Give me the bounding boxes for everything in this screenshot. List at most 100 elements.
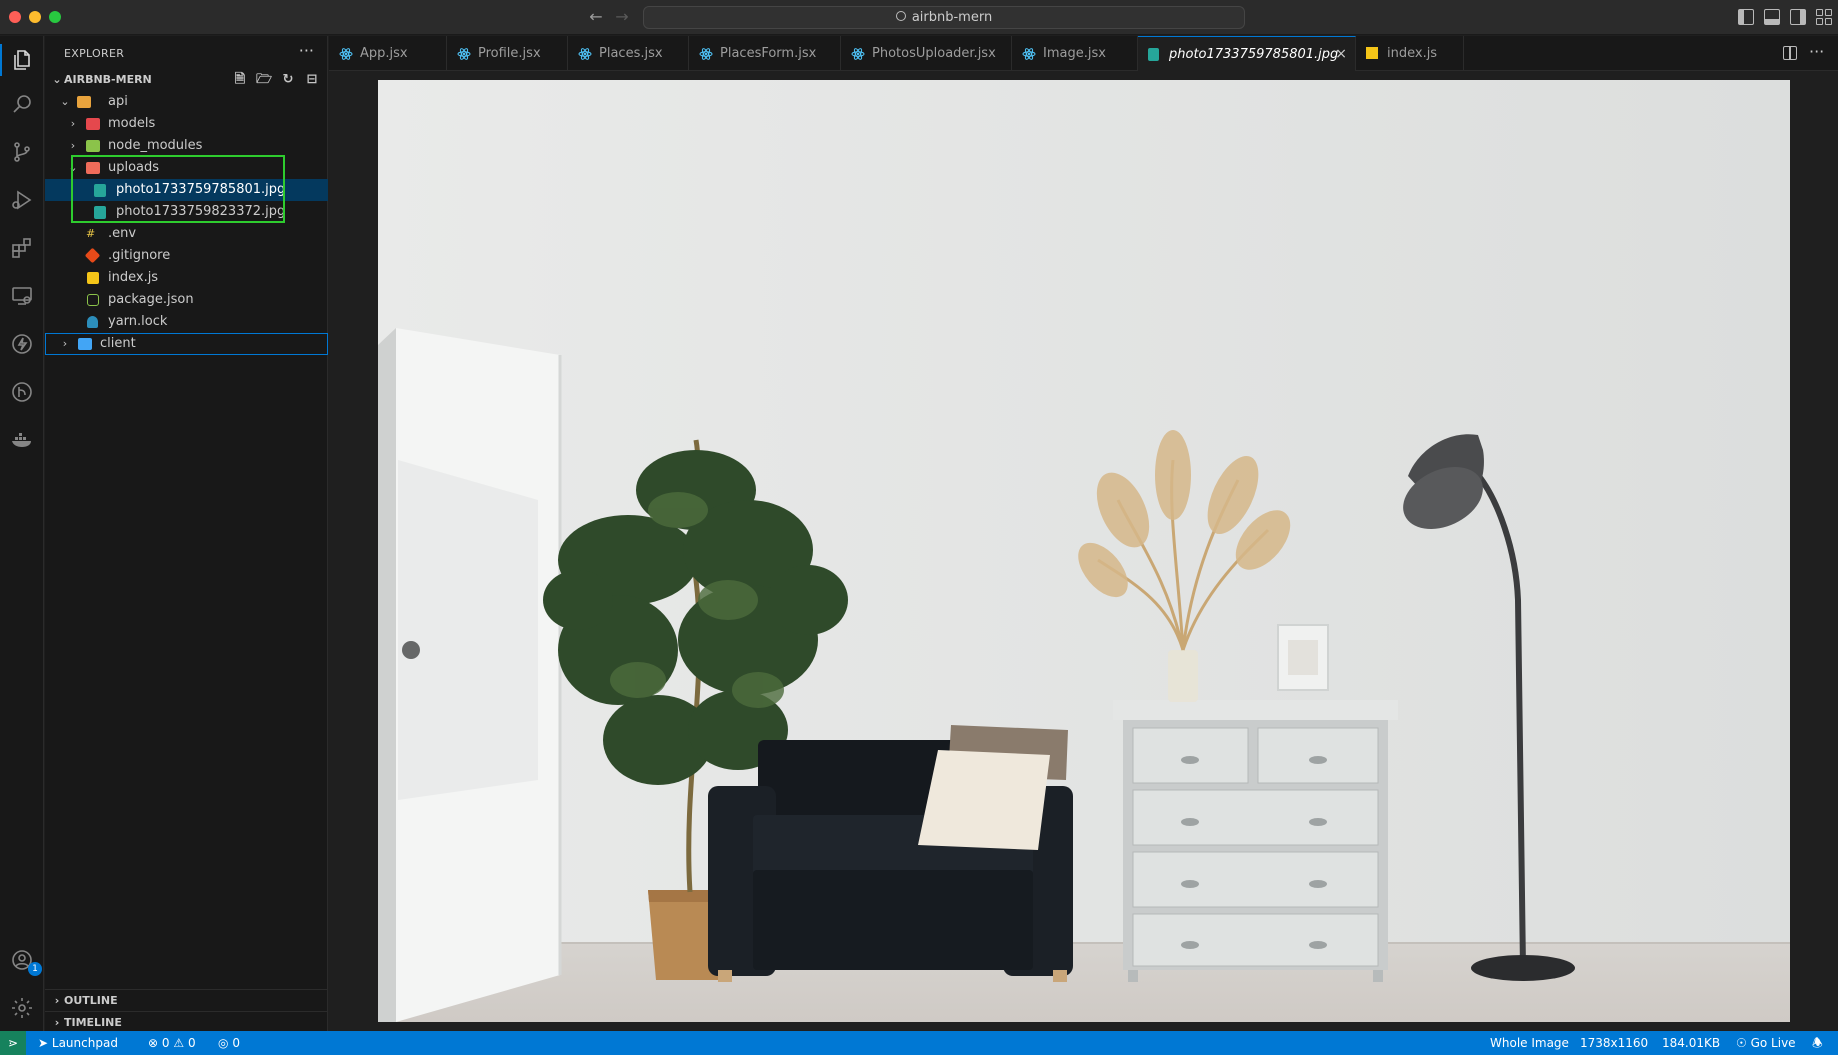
tree-item-uploads[interactable]: ⌄ uploads [45,157,328,179]
tree-item-env[interactable]: # .env [45,223,328,245]
run-and-debug-icon[interactable] [8,186,36,214]
tree-item-label: index.js [108,270,159,285]
tree-item-api[interactable]: ⌄ api [45,91,328,113]
folder-uploads-icon [86,162,100,174]
tab-photo-jpg[interactable]: photo1733759785801.jpg × [1138,36,1356,71]
tab-index-js[interactable]: index.js [1356,36,1464,71]
tab-profile-jsx[interactable]: Profile.jsx [447,36,568,71]
tab-label: Image.jsx [1043,46,1106,61]
tree-item-label: node_modules [108,138,203,153]
tree-item-label: photo1733759785801.jpg [116,182,286,197]
tree-item-models[interactable]: › models [45,113,328,135]
source-control-icon[interactable] [8,138,36,166]
warning-count: 0 [187,1036,196,1050]
docker-icon[interactable] [8,426,36,454]
image-dimensions: 1738x1160 [1580,1036,1649,1050]
tab-label: index.js [1387,46,1438,61]
tree-item-yarn-lock[interactable]: yarn.lock [45,311,328,333]
image-size: 184.01KB [1662,1036,1721,1050]
explorer-sidebar: EXPLORER ··· ⌄ AIRBNB-MERN 🗎 🗁 ↻ ⊟ ⌄ api… [45,36,328,1031]
chevron-down-icon: ⌄ [68,161,78,174]
explorer-actions: 🗎 🗁 ↻ ⊟ [232,72,320,88]
tab-image-jsx[interactable]: Image.jsx [1012,36,1138,71]
tab-label: Profile.jsx [478,46,541,61]
minimize-window-button[interactable] [29,11,41,23]
command-center[interactable]: airbnb-mern [643,6,1245,29]
tree-item-package-json[interactable]: package.json [45,289,328,311]
window-title: airbnb-mern [911,10,993,25]
tree-item-client[interactable]: › client [45,333,328,355]
launchpad-item[interactable]: ➤ Launchpad [38,1031,118,1055]
zoom-item[interactable]: Whole Image [1490,1031,1569,1055]
toggle-panel-icon[interactable] [1764,9,1780,25]
explorer-icon[interactable] [8,46,36,74]
tree-item-index-js[interactable]: index.js [45,267,328,289]
split-editor-icon[interactable] [1783,46,1797,60]
lightning-icon[interactable] [8,330,36,358]
sidebar-header: EXPLORER ··· [45,36,328,70]
error-count: 0 [161,1036,170,1050]
arrow-right-icon[interactable]: → [612,7,632,27]
tree-item-label: client [100,336,136,351]
extensions-icon[interactable] [8,234,36,262]
tab-placesform-jsx[interactable]: PlacesForm.jsx [689,36,841,71]
ports-item[interactable]: ◎ 0 [218,1031,240,1055]
workspace-root[interactable]: ⌄ AIRBNB-MERN 🗎 🗁 ↻ ⊟ [45,69,328,91]
chevron-right-icon: › [54,994,60,1007]
react-icon [1022,48,1036,60]
customize-layout-icon[interactable] [1816,9,1832,25]
git-graph-icon[interactable] [8,378,36,406]
react-icon [457,48,471,60]
new-file-icon[interactable]: 🗎 [232,72,248,88]
tree-item-label: .gitignore [108,248,171,263]
remote-indicator[interactable]: ⋗ [0,1031,26,1055]
layout-controls [1738,9,1832,25]
arrow-left-icon[interactable]: ← [586,7,606,27]
tab-places-jsx[interactable]: Places.jsx [568,36,689,71]
folder-api-icon [77,96,91,108]
maximize-window-button[interactable] [49,11,61,23]
env-file-icon: # [86,227,96,240]
outline-section[interactable]: › OUTLINE [45,989,328,1011]
more-actions-icon[interactable]: ··· [1809,42,1824,61]
accounts-badge: 1 [28,962,42,976]
git-file-icon [84,247,101,264]
gear-icon[interactable] [8,994,36,1022]
tree-item-node-modules[interactable]: › node_modules [45,135,328,157]
toggle-primary-sidebar-icon[interactable] [1738,9,1754,25]
search-icon[interactable] [8,90,36,118]
chevron-down-icon: ⌄ [60,95,70,108]
more-actions-icon[interactable]: ··· [299,41,314,60]
tree-item-photo-1[interactable]: photo1733759785801.jpg [45,179,328,201]
tree-item-label: uploads [108,160,160,175]
remote-explorer-icon[interactable] [8,282,36,310]
problems-item[interactable]: ⊗ 0 ⚠ 0 [148,1031,196,1055]
image-preview[interactable] [378,80,1790,1022]
close-tab-icon[interactable]: × [1335,37,1347,72]
chevron-right-icon: › [70,117,76,130]
tree-item-gitignore[interactable]: .gitignore [45,245,328,267]
status-bar: ⋗ ➤ Launchpad ⊗ 0 ⚠ 0 ◎ 0 Whole Image 17… [0,1031,1838,1055]
refresh-icon[interactable]: ↻ [280,72,296,88]
toggle-secondary-sidebar-icon[interactable] [1790,9,1806,25]
chevron-right-icon: › [62,337,68,350]
accounts-icon[interactable]: 1 [8,946,42,976]
close-window-button[interactable] [9,11,21,23]
collapse-all-icon[interactable]: ⊟ [304,72,320,88]
image-file-icon [94,206,106,219]
tab-label: Places.jsx [599,46,663,61]
image-file-icon [1148,48,1159,61]
tab-label: PhotosUploader.jsx [872,46,996,61]
tree-item-photo-2[interactable]: photo1733759823372.jpg [45,201,328,223]
new-folder-icon[interactable]: 🗁 [256,72,272,88]
ports-count: 0 [232,1036,240,1050]
tab-photosuploader-jsx[interactable]: PhotosUploader.jsx [841,36,1012,71]
tree-item-label: models [108,116,156,131]
vscode-window: ← → airbnb-mern 1 EXPLORER ··· ⌄ AIRBNB-… [0,0,1838,1055]
tab-app-jsx[interactable]: App.jsx [329,36,447,71]
bell-icon[interactable]: 🕭 [1812,1031,1823,1055]
timeline-section[interactable]: › TIMELINE [45,1011,328,1033]
folder-models-icon [86,118,100,130]
nodejs-file-icon [87,294,99,306]
go-live-item[interactable]: ☉ Go Live [1736,1031,1796,1055]
